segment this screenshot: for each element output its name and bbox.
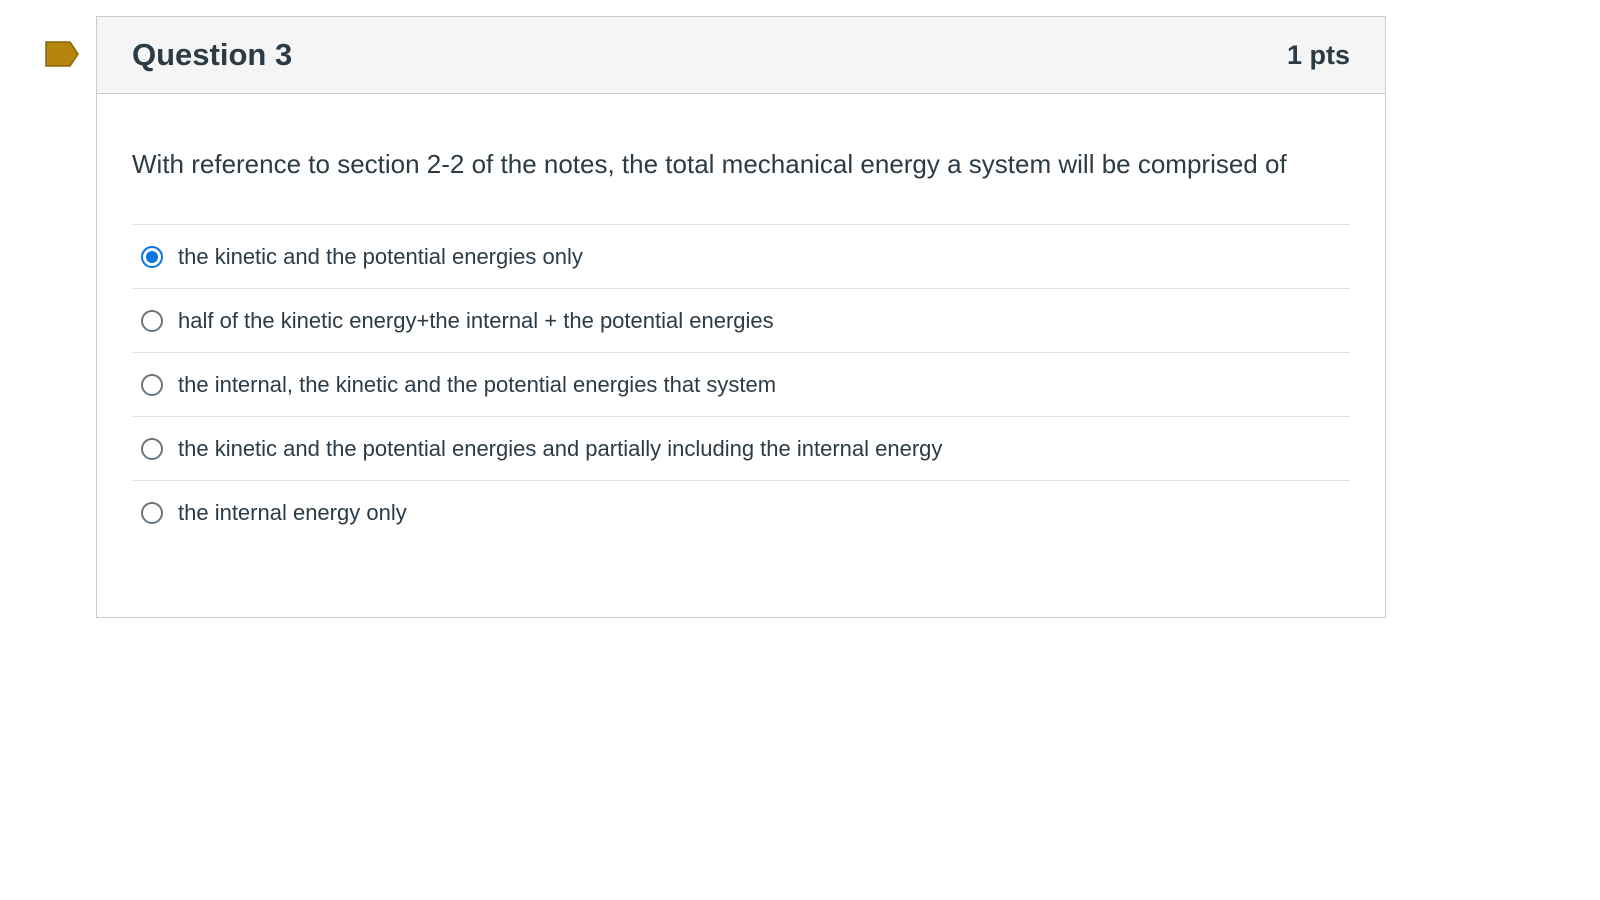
question-body: With reference to section 2-2 of the not…: [97, 94, 1385, 545]
answer-label: the kinetic and the potential energies a…: [178, 435, 943, 461]
question-points: 1 pts: [1286, 39, 1350, 70]
radio-button-5[interactable]: [141, 502, 163, 524]
answer-option-5[interactable]: the internal energy only: [132, 481, 1350, 545]
answer-option-4[interactable]: the kinetic and the potential energies a…: [132, 417, 1350, 481]
answer-label: half of the kinetic energy+the internal …: [178, 307, 774, 333]
flag-icon: [45, 41, 79, 67]
flag-question-icon[interactable]: [44, 40, 80, 68]
question-title: Question 3: [132, 37, 293, 72]
answer-option-2[interactable]: half of the kinetic energy+the internal …: [132, 289, 1350, 353]
question-header: Question 3 1 pts: [97, 17, 1385, 94]
answer-label: the internal, the kinetic and the potent…: [178, 371, 777, 397]
radio-button-3[interactable]: [141, 373, 163, 396]
question-card: Question 3 1 pts With reference to secti…: [96, 16, 1386, 618]
answer-option-3[interactable]: the internal, the kinetic and the potent…: [132, 353, 1350, 417]
answer-label: the kinetic and the potential energies o…: [178, 243, 583, 269]
radio-button-1[interactable]: [141, 245, 163, 268]
question-text: With reference to section 2-2 of the not…: [132, 149, 1287, 179]
answer-option-1[interactable]: the kinetic and the potential energies o…: [132, 225, 1350, 289]
answer-list: the kinetic and the potential energies o…: [132, 224, 1350, 545]
answer-label: the internal energy only: [178, 500, 407, 525]
radio-button-2[interactable]: [141, 309, 163, 332]
radio-button-4[interactable]: [141, 437, 163, 460]
